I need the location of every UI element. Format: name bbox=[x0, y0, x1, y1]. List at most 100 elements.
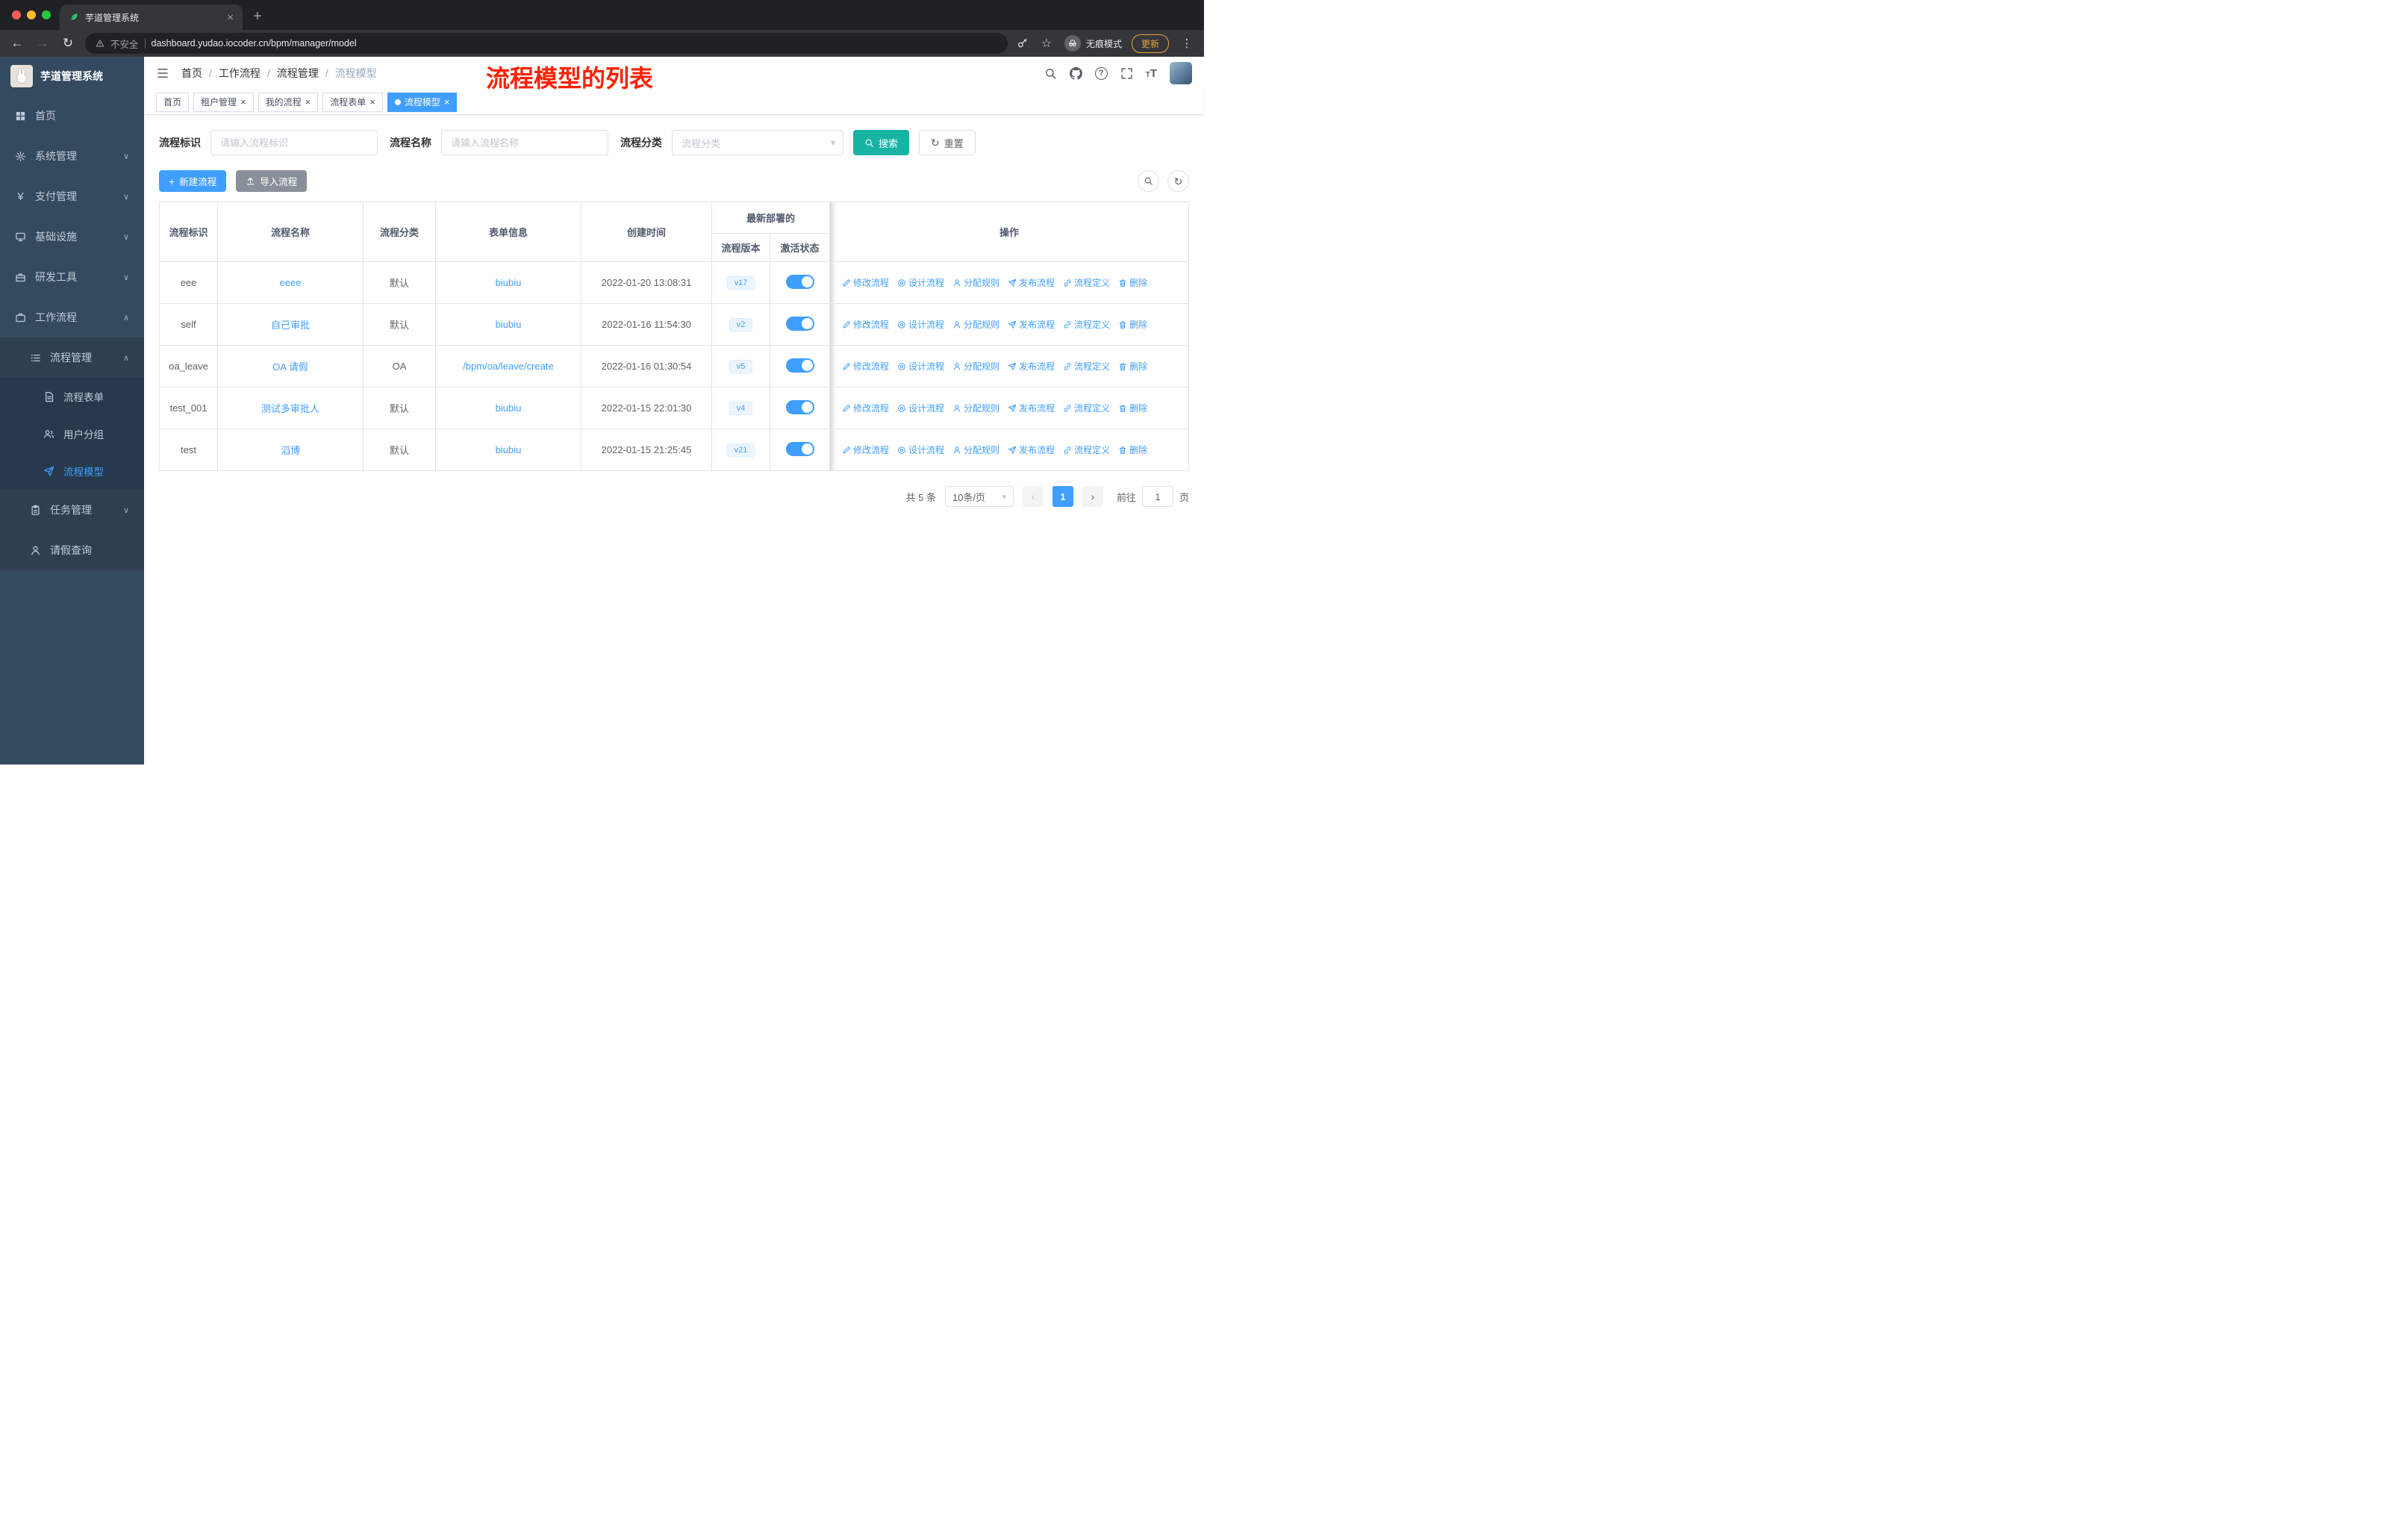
delete-link[interactable]: 删除 bbox=[1118, 402, 1147, 414]
edit-process-link[interactable]: 修改流程 bbox=[842, 360, 889, 373]
form-info-link[interactable]: /bpm/oa/leave/create bbox=[463, 361, 553, 372]
assign-rule-link[interactable]: 分配规则 bbox=[952, 318, 999, 331]
sidebar-item-payment[interactable]: ¥ 支付管理 ∨ bbox=[0, 176, 144, 217]
breadcrumb-process-mgmt[interactable]: 流程管理 bbox=[277, 66, 319, 81]
sidebar-item-system[interactable]: 系统管理 ∨ bbox=[0, 136, 144, 176]
edit-process-link[interactable]: 修改流程 bbox=[842, 276, 889, 289]
form-info-link[interactable]: biubiu bbox=[496, 444, 522, 455]
reload-button[interactable]: ↻ bbox=[60, 36, 76, 51]
password-key-icon[interactable] bbox=[1017, 37, 1029, 49]
url-text[interactable]: dashboard.yudao.iocoder.cn/bpm/manager/m… bbox=[152, 38, 357, 49]
sidebar-item-process-model[interactable]: 流程模型 bbox=[0, 452, 144, 490]
minimize-window-button[interactable] bbox=[27, 10, 36, 19]
process-name-link[interactable]: OA 请假 bbox=[272, 361, 308, 373]
process-key-input[interactable] bbox=[210, 130, 378, 155]
process-definition-link[interactable]: 流程定义 bbox=[1063, 402, 1110, 414]
active-toggle[interactable] bbox=[785, 316, 814, 331]
active-toggle[interactable] bbox=[785, 399, 814, 414]
new-tab-button[interactable]: + bbox=[253, 9, 262, 24]
publish-process-link[interactable]: 发布流程 bbox=[1008, 360, 1055, 373]
sidebar-item-devtools[interactable]: 研发工具 ∨ bbox=[0, 257, 144, 297]
process-name-input[interactable] bbox=[441, 130, 608, 155]
close-icon[interactable]: × bbox=[369, 97, 375, 107]
sidebar-item-process-form[interactable]: 流程表单 bbox=[0, 378, 144, 415]
assign-rule-link[interactable]: 分配规则 bbox=[952, 443, 999, 456]
edit-process-link[interactable]: 修改流程 bbox=[842, 318, 889, 331]
sidebar-item-task-mgmt[interactable]: 任务管理 ∨ bbox=[0, 490, 144, 530]
avatar[interactable] bbox=[1170, 62, 1192, 84]
sidebar-item-home[interactable]: 首页 bbox=[0, 96, 144, 136]
tab-close-icon[interactable]: × bbox=[227, 12, 234, 23]
form-info-link[interactable]: biubiu bbox=[496, 319, 522, 330]
breadcrumb-home[interactable]: 首页 bbox=[181, 66, 202, 81]
publish-process-link[interactable]: 发布流程 bbox=[1008, 402, 1055, 414]
github-icon[interactable] bbox=[1070, 67, 1082, 80]
zoom-window-button[interactable] bbox=[42, 10, 51, 19]
help-icon[interactable]: ? bbox=[1094, 66, 1108, 80]
sidebar-item-leave-query[interactable]: 请假查询 bbox=[0, 530, 144, 570]
address-bar[interactable]: 不安全 dashboard.yudao.iocoder.cn/bpm/manag… bbox=[85, 33, 1008, 54]
assign-rule-link[interactable]: 分配规则 bbox=[952, 360, 999, 373]
sidebar-item-infra[interactable]: 基础设施 ∨ bbox=[0, 217, 144, 257]
font-size-icon[interactable]: TT bbox=[1146, 67, 1157, 80]
tag-tenant-mgmt[interactable]: 租户管理 × bbox=[193, 92, 254, 112]
process-definition-link[interactable]: 流程定义 bbox=[1063, 360, 1110, 373]
close-icon[interactable]: × bbox=[444, 97, 450, 107]
design-process-link[interactable]: 设计流程 bbox=[897, 276, 944, 289]
design-process-link[interactable]: 设计流程 bbox=[897, 318, 944, 331]
browser-update-button[interactable]: 更新 bbox=[1131, 34, 1169, 53]
sidebar-item-user-group[interactable]: 用户分组 bbox=[0, 415, 144, 452]
back-button[interactable]: ← bbox=[9, 36, 25, 51]
sidebar-fold-icon[interactable] bbox=[156, 66, 169, 80]
process-definition-link[interactable]: 流程定义 bbox=[1063, 276, 1110, 289]
page-size-select[interactable]: 10条/页 ▾ bbox=[944, 486, 1014, 507]
tag-home[interactable]: 首页 bbox=[156, 92, 190, 112]
form-info-link[interactable]: biubiu bbox=[496, 277, 522, 288]
refresh-table-button[interactable]: ↻ bbox=[1167, 170, 1189, 192]
publish-process-link[interactable]: 发布流程 bbox=[1008, 276, 1055, 289]
publish-process-link[interactable]: 发布流程 bbox=[1008, 443, 1055, 456]
design-process-link[interactable]: 设计流程 bbox=[897, 402, 944, 414]
publish-process-link[interactable]: 发布流程 bbox=[1008, 318, 1055, 331]
toggle-search-button[interactable] bbox=[1138, 170, 1159, 192]
tag-process-form[interactable]: 流程表单 × bbox=[322, 92, 383, 112]
design-process-link[interactable]: 设计流程 bbox=[897, 360, 944, 373]
process-name-link[interactable]: 自己审批 bbox=[271, 320, 310, 331]
breadcrumb-workflow[interactable]: 工作流程 bbox=[219, 66, 261, 81]
active-toggle[interactable] bbox=[785, 441, 814, 456]
prev-page-button[interactable]: ‹ bbox=[1022, 486, 1044, 507]
goto-page-input[interactable] bbox=[1141, 486, 1173, 507]
reset-button[interactable]: ↻ 重置 bbox=[919, 130, 976, 155]
search-button[interactable]: 搜索 bbox=[853, 130, 910, 155]
sidebar-item-workflow[interactable]: 工作流程 ∧ bbox=[0, 297, 144, 337]
assign-rule-link[interactable]: 分配规则 bbox=[952, 276, 999, 289]
search-icon[interactable] bbox=[1044, 67, 1057, 80]
browser-menu-icon[interactable]: ⋮ bbox=[1179, 37, 1195, 50]
delete-link[interactable]: 删除 bbox=[1118, 443, 1147, 456]
form-info-link[interactable]: biubiu bbox=[496, 402, 522, 414]
process-name-link[interactable]: 测试多审批人 bbox=[261, 403, 319, 414]
delete-link[interactable]: 删除 bbox=[1118, 276, 1147, 289]
fullscreen-icon[interactable] bbox=[1120, 67, 1133, 80]
delete-link[interactable]: 删除 bbox=[1118, 360, 1147, 373]
close-window-button[interactable] bbox=[12, 10, 21, 19]
close-icon[interactable]: × bbox=[305, 97, 311, 107]
close-icon[interactable]: × bbox=[240, 97, 246, 107]
active-toggle[interactable] bbox=[785, 274, 814, 289]
security-label[interactable]: 不安全 bbox=[110, 37, 139, 51]
tag-my-process[interactable]: 我的流程 × bbox=[258, 92, 319, 112]
browser-tab[interactable]: 芋道管理系统 × bbox=[60, 4, 243, 30]
process-definition-link[interactable]: 流程定义 bbox=[1063, 443, 1110, 456]
design-process-link[interactable]: 设计流程 bbox=[897, 443, 944, 456]
active-toggle[interactable] bbox=[785, 358, 814, 373]
edit-process-link[interactable]: 修改流程 bbox=[842, 443, 889, 456]
process-name-link[interactable]: 滔博 bbox=[281, 445, 300, 456]
assign-rule-link[interactable]: 分配规则 bbox=[952, 402, 999, 414]
tag-process-model[interactable]: 流程模型 × bbox=[387, 92, 458, 112]
category-select[interactable]: 流程分类 ▾ bbox=[672, 130, 843, 155]
next-page-button[interactable]: › bbox=[1082, 486, 1103, 507]
sidebar-item-process-mgmt[interactable]: 流程管理 ∧ bbox=[0, 337, 144, 378]
process-definition-link[interactable]: 流程定义 bbox=[1063, 318, 1110, 331]
bookmark-star-icon[interactable]: ☆ bbox=[1038, 36, 1055, 51]
forward-button[interactable]: → bbox=[34, 36, 51, 51]
